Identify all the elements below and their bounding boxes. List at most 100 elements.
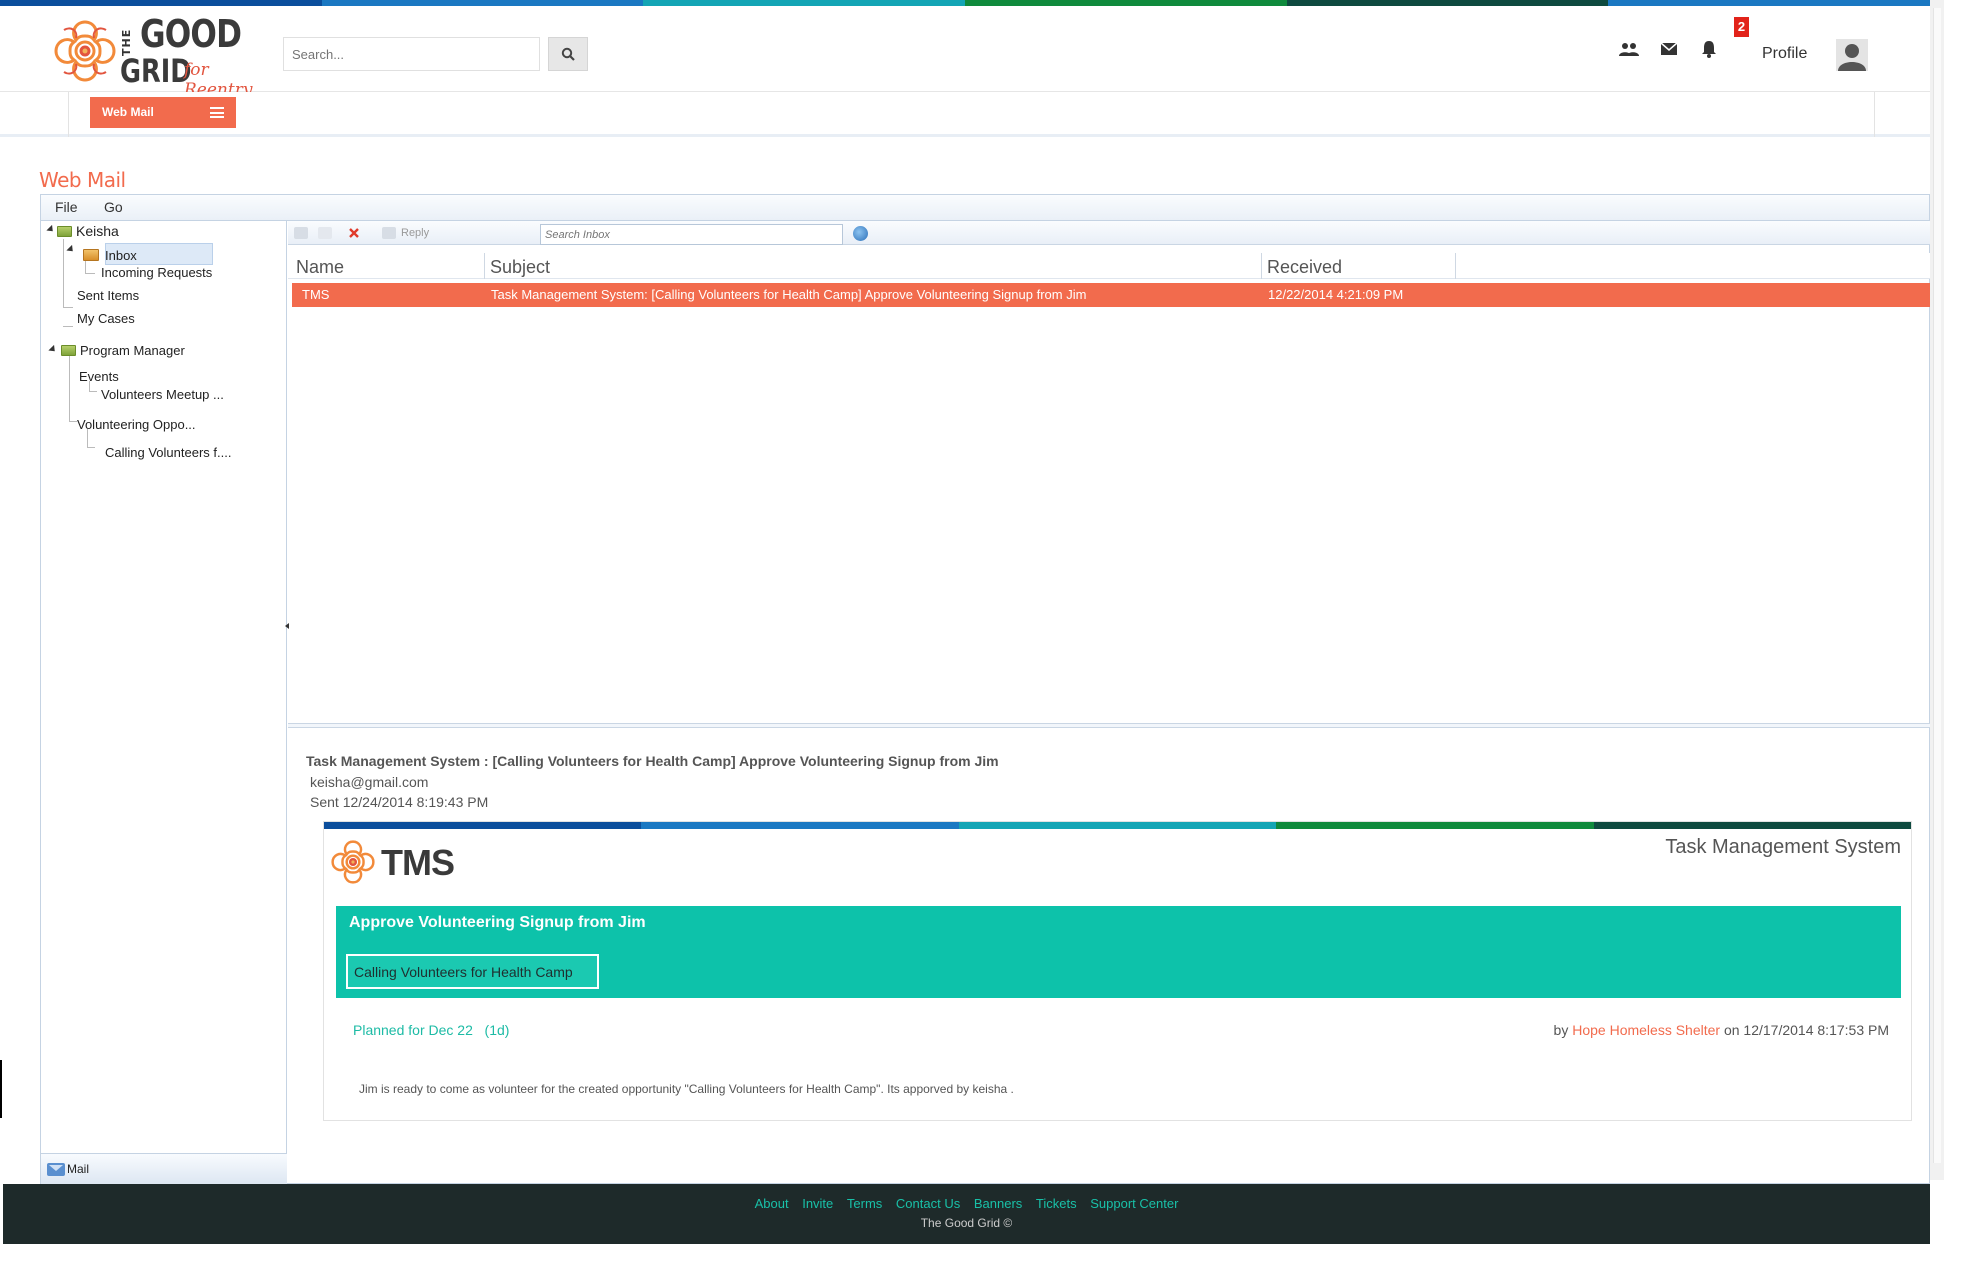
folder-volunteering-opportunities[interactable]: Volunteering Oppo... xyxy=(77,417,196,432)
preview-splitter[interactable] xyxy=(288,723,1930,728)
users-icon xyxy=(1619,43,1639,56)
site-search-button[interactable] xyxy=(548,37,588,71)
footer-link-about[interactable]: About xyxy=(755,1196,789,1211)
toolbar-divider xyxy=(68,92,69,137)
folder-sent-items[interactable]: Sent Items xyxy=(77,288,139,303)
preview-from: keisha@gmail.com xyxy=(310,774,429,790)
inbox-search-go-icon[interactable] xyxy=(853,226,868,241)
delete-icon[interactable] xyxy=(348,227,360,239)
search-icon xyxy=(561,47,575,61)
email-body-card: TMS Task Management System Approve Volun… xyxy=(323,821,1912,1121)
footer-link-terms[interactable]: Terms xyxy=(847,1196,882,1211)
planned-duration: (1d) xyxy=(484,1022,510,1038)
app-menubar: File Go xyxy=(41,195,1929,221)
tree-line xyxy=(69,421,77,422)
mail-envelope-icon xyxy=(47,1163,65,1176)
tree-line xyxy=(63,326,73,327)
logo-good-text: GOOD xyxy=(140,12,242,56)
tree-line xyxy=(63,307,73,308)
column-separator[interactable] xyxy=(484,253,485,279)
menu-go[interactable]: Go xyxy=(104,199,123,215)
webmail-app: File Go Keisha Inbox Incoming Requests S… xyxy=(40,194,1930,1185)
footer-link-support[interactable]: Support Center xyxy=(1090,1196,1178,1211)
column-separator[interactable] xyxy=(1455,253,1456,279)
footer-link-tickets[interactable]: Tickets xyxy=(1036,1196,1077,1211)
hamburger-menu-icon xyxy=(210,107,224,118)
notifications-button[interactable] xyxy=(1698,38,1720,60)
tree-line xyxy=(87,447,95,448)
edge-marker xyxy=(0,1060,2,1118)
planned-date-text: Planned for Dec 22 xyxy=(353,1022,473,1038)
menu-file[interactable]: File xyxy=(55,199,78,215)
webmail-menu-label: Web Mail xyxy=(102,105,154,119)
opportunity-link[interactable]: Calling Volunteers for Health Camp xyxy=(346,954,599,989)
move-icon[interactable] xyxy=(318,227,332,239)
inbox-icon xyxy=(83,249,99,261)
tms-logo: TMS xyxy=(327,836,487,886)
mail-tab-label: Mail xyxy=(67,1162,90,1176)
logo-grid-text: GRID xyxy=(120,52,192,90)
messages-button[interactable] xyxy=(1658,38,1680,60)
flower-logo-icon xyxy=(54,20,116,82)
footer-link-contact[interactable]: Contact Us xyxy=(896,1196,960,1211)
footer-copyright: The Good Grid © xyxy=(920,1216,1013,1230)
users-button[interactable] xyxy=(1618,38,1640,60)
message-row[interactable]: TMS Task Management System: [Calling Vol… xyxy=(292,283,1930,307)
folder-tree: Keisha Inbox Incoming Requests Sent Item… xyxy=(41,221,287,1185)
mail-navigation-tab[interactable]: Mail xyxy=(41,1153,287,1185)
preview-subject: Task Management System : [Calling Volunt… xyxy=(306,753,999,769)
site-footer: About Invite Terms Contact Us Banners Ti… xyxy=(3,1184,1930,1244)
print-icon[interactable] xyxy=(294,227,308,239)
collapse-program-manager-toggle[interactable] xyxy=(48,344,58,355)
page-scrollbar[interactable] xyxy=(1930,0,1944,1180)
reply-button[interactable]: Reply xyxy=(401,227,429,239)
folder-keisha[interactable]: Keisha xyxy=(57,223,119,239)
profile-link[interactable]: Profile xyxy=(1762,45,1807,63)
tree-line xyxy=(63,239,64,307)
avatar-icon xyxy=(1838,44,1866,71)
folder-calling-volunteers[interactable]: Calling Volunteers f.... xyxy=(105,445,231,460)
folder-program-manager[interactable]: Program Manager xyxy=(61,342,185,358)
avatar[interactable] xyxy=(1836,39,1868,71)
inbox-search-input[interactable] xyxy=(540,224,843,245)
footer-link-invite[interactable]: Invite xyxy=(802,1196,833,1211)
column-subject[interactable]: Subject xyxy=(490,257,550,278)
tree-line xyxy=(85,273,95,274)
inbox-toolbar: Reply xyxy=(288,221,1930,245)
flower-logo-icon xyxy=(331,840,375,884)
tree-line xyxy=(69,355,70,421)
column-separator[interactable] xyxy=(1261,253,1262,279)
bell-icon xyxy=(1702,41,1716,58)
folder-incoming-requests[interactable]: Incoming Requests xyxy=(101,265,212,280)
planned-date: Planned for Dec 22 (1d) xyxy=(353,1022,509,1038)
system-name: Task Management System xyxy=(1665,836,1901,858)
message-received: 12/22/2014 4:21:09 PM xyxy=(1268,287,1404,302)
message-sender: TMS xyxy=(302,287,330,302)
message-list-header: Name Subject Received xyxy=(288,253,1930,279)
collapse-inbox-toggle[interactable] xyxy=(66,244,76,255)
webmail-menu-button[interactable]: Web Mail xyxy=(90,97,236,128)
email-description: Jim is ready to come as volunteer for th… xyxy=(359,1082,1014,1096)
footer-link-banners[interactable]: Banners xyxy=(974,1196,1022,1211)
approval-banner: Approve Volunteering Signup from Jim Cal… xyxy=(336,906,1901,998)
by-date: on 12/17/2014 8:17:53 PM xyxy=(1723,1022,1889,1038)
reply-icon[interactable] xyxy=(382,227,396,239)
envelope-icon xyxy=(1660,42,1678,55)
scrollbar-thumb[interactable] xyxy=(1933,8,1941,1163)
by-prefix: by xyxy=(1553,1022,1569,1038)
site-header: THE GOOD GRID for Reentry 2 Profile xyxy=(0,6,1930,100)
folder-inbox[interactable]: Inbox xyxy=(83,247,137,263)
folder-volunteers-meetup[interactable]: Volunteers Meetup ... xyxy=(101,387,224,402)
site-search-input[interactable] xyxy=(283,37,540,71)
column-name[interactable]: Name xyxy=(296,257,344,278)
tree-line xyxy=(89,391,97,392)
folder-my-cases[interactable]: My Cases xyxy=(77,311,135,326)
tms-logo-text: TMS xyxy=(381,842,455,883)
organization-link[interactable]: Hope Homeless Shelter xyxy=(1572,1022,1720,1038)
folder-events[interactable]: Events xyxy=(79,369,119,384)
collapse-keisha-toggle[interactable] xyxy=(46,224,56,235)
column-received[interactable]: Received xyxy=(1267,257,1342,278)
folder-keisha-label: Keisha xyxy=(76,223,119,239)
folder-program-manager-label: Program Manager xyxy=(80,343,185,358)
good-grid-logo[interactable]: THE GOOD GRID for Reentry xyxy=(48,10,268,100)
